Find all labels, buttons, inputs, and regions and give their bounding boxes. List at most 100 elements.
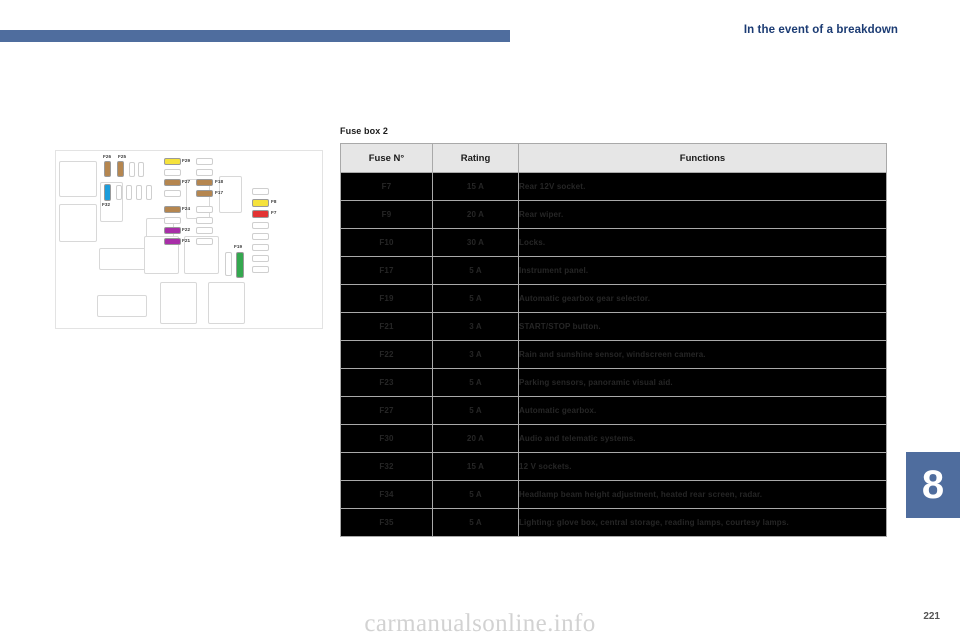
- fuse-f25: [117, 161, 124, 177]
- cell-functions: Rear 12V socket.: [518, 172, 887, 201]
- cell-rating: 5 A: [432, 368, 519, 397]
- fuse-slot-empty: [129, 162, 135, 177]
- column-header-fuse-number: Fuse N°: [340, 143, 433, 173]
- fuse-slot-empty: [196, 206, 213, 213]
- fusebox-label-f32: F32: [102, 202, 111, 207]
- cell-fuse-number: F30: [340, 424, 433, 453]
- module-block: [208, 282, 245, 324]
- table-header-row: Fuse N° Rating Functions: [340, 143, 887, 173]
- cell-functions: 12 V sockets.: [518, 452, 887, 481]
- cell-fuse-number: F34: [340, 480, 433, 509]
- header-rule: [0, 30, 510, 42]
- cell-functions: Locks.: [518, 228, 887, 257]
- section-title: Fuse box 2: [340, 126, 389, 136]
- table-row: F9 20 A Rear wiper.: [340, 200, 887, 229]
- fuse-f32: [104, 184, 111, 201]
- fuse-f19: [236, 252, 244, 278]
- table-row: F10 30 A Locks.: [340, 228, 887, 257]
- fuse-slot-empty: [252, 255, 269, 262]
- fuse-slot-empty: [196, 227, 213, 234]
- fuse-f17: [196, 190, 213, 197]
- table-header: Fuse N° Rating Functions: [340, 143, 887, 173]
- fusebox-label-f7: F7: [271, 210, 277, 215]
- fuse-slot-empty: [225, 252, 232, 276]
- page-title: In the event of a breakdown: [743, 24, 898, 36]
- fuse-f29: [164, 158, 181, 165]
- fusebox-label-f18: F18: [215, 179, 224, 184]
- table-row: F7 15 A Rear 12V socket.: [340, 172, 887, 201]
- module-block: [99, 248, 149, 270]
- fusebox-diagram: F26 F25 F32 F29 F27 F18 F17 F24 F22 F21 …: [55, 150, 323, 329]
- table-body: F7 15 A Rear 12V socket. F9 20 A Rear wiper. F…: [340, 172, 887, 537]
- cell-rating: 3 A: [432, 340, 519, 369]
- module-block: [59, 204, 97, 242]
- page-number: 221: [923, 611, 940, 622]
- cell-rating: 30 A: [432, 228, 519, 257]
- fusebox-label-f21: F21: [182, 238, 191, 243]
- cell-rating: 15 A: [432, 172, 519, 201]
- watermark: carmanualsonline.info: [364, 610, 596, 637]
- module-block: [59, 161, 97, 197]
- fuse-table-block: Fuse box 2 Fuse N° Rating Functions F7 15…: [340, 126, 887, 537]
- fuse-slot-empty: [164, 169, 181, 176]
- fusebox-label-f8: F8: [271, 199, 277, 204]
- fuse-slot-empty: [116, 185, 122, 200]
- cell-fuse-number: F9: [340, 200, 433, 229]
- fusebox-label-f29: F29: [182, 158, 191, 163]
- fuse-slot-empty: [136, 185, 142, 200]
- table-row: F22 3 A Rain and sunshine sensor, windscre…: [340, 340, 887, 369]
- cell-functions: Instrument panel.: [518, 256, 887, 285]
- cell-rating: 5 A: [432, 508, 519, 537]
- fuse-f18: [196, 179, 213, 186]
- cell-functions: START/STOP button.: [518, 312, 887, 341]
- fuse-slot-empty: [196, 238, 213, 245]
- cell-rating: 5 A: [432, 256, 519, 285]
- fusebox-label-f24: F24: [182, 206, 191, 211]
- column-header-functions: Functions: [518, 143, 887, 173]
- fuse-slot-empty: [138, 162, 144, 177]
- fuse-f24: [164, 206, 181, 213]
- cell-fuse-number: F19: [340, 284, 433, 313]
- fuse-slot-empty: [252, 244, 269, 251]
- cell-functions: Automatic gearbox.: [518, 396, 887, 425]
- table-row: F30 20 A Audio and telematic systems.: [340, 424, 887, 453]
- fuse-slot-empty: [252, 188, 269, 195]
- fusebox-label-f26: F26: [103, 154, 112, 159]
- table-row: F21 3 A START/STOP button.: [340, 312, 887, 341]
- cell-fuse-number: F35: [340, 508, 433, 537]
- fuse-slot-empty: [196, 217, 213, 224]
- cell-rating: 5 A: [432, 396, 519, 425]
- cell-rating: 15 A: [432, 452, 519, 481]
- fusebox-label-f19: F19: [234, 244, 243, 249]
- column-header-rating: Rating: [432, 143, 519, 173]
- table-row: F34 5 A Headlamp beam height adjustment, h…: [340, 480, 887, 509]
- fuse-f7: [252, 210, 269, 218]
- cell-fuse-number: F7: [340, 172, 433, 201]
- cell-functions: Lighting: glove box, central storage, re…: [518, 508, 887, 537]
- table-row: F32 15 A 12 V sockets.: [340, 452, 887, 481]
- module-block: [97, 295, 147, 317]
- fusebox-label-f17: F17: [215, 190, 224, 195]
- cell-rating: 20 A: [432, 424, 519, 453]
- cell-fuse-number: F10: [340, 228, 433, 257]
- fuse-slot-empty: [252, 266, 269, 273]
- cell-functions: Rain and sunshine sensor, windscreen cam…: [518, 340, 887, 369]
- fusebox-label-f25: F25: [118, 154, 127, 159]
- table-row: F17 5 A Instrument panel.: [340, 256, 887, 285]
- table-row: F27 5 A Automatic gearbox.: [340, 396, 887, 425]
- chapter-tab: 8: [906, 452, 960, 518]
- cell-rating: 3 A: [432, 312, 519, 341]
- fuse-f22: [164, 227, 181, 234]
- cell-fuse-number: F21: [340, 312, 433, 341]
- fuse-f26: [104, 161, 111, 177]
- fuse-f27: [164, 179, 181, 186]
- cell-rating: 5 A: [432, 284, 519, 313]
- fuse-f8: [252, 199, 269, 207]
- cell-functions: Headlamp beam height adjustment, heated …: [518, 480, 887, 509]
- fuse-slot-empty: [126, 185, 132, 200]
- table-row: F19 5 A Automatic gearbox gear selector.: [340, 284, 887, 313]
- cell-rating: 5 A: [432, 480, 519, 509]
- fuse-slot-empty: [252, 233, 269, 240]
- fuse-slot-empty: [146, 185, 152, 200]
- fuse-f21: [164, 238, 181, 245]
